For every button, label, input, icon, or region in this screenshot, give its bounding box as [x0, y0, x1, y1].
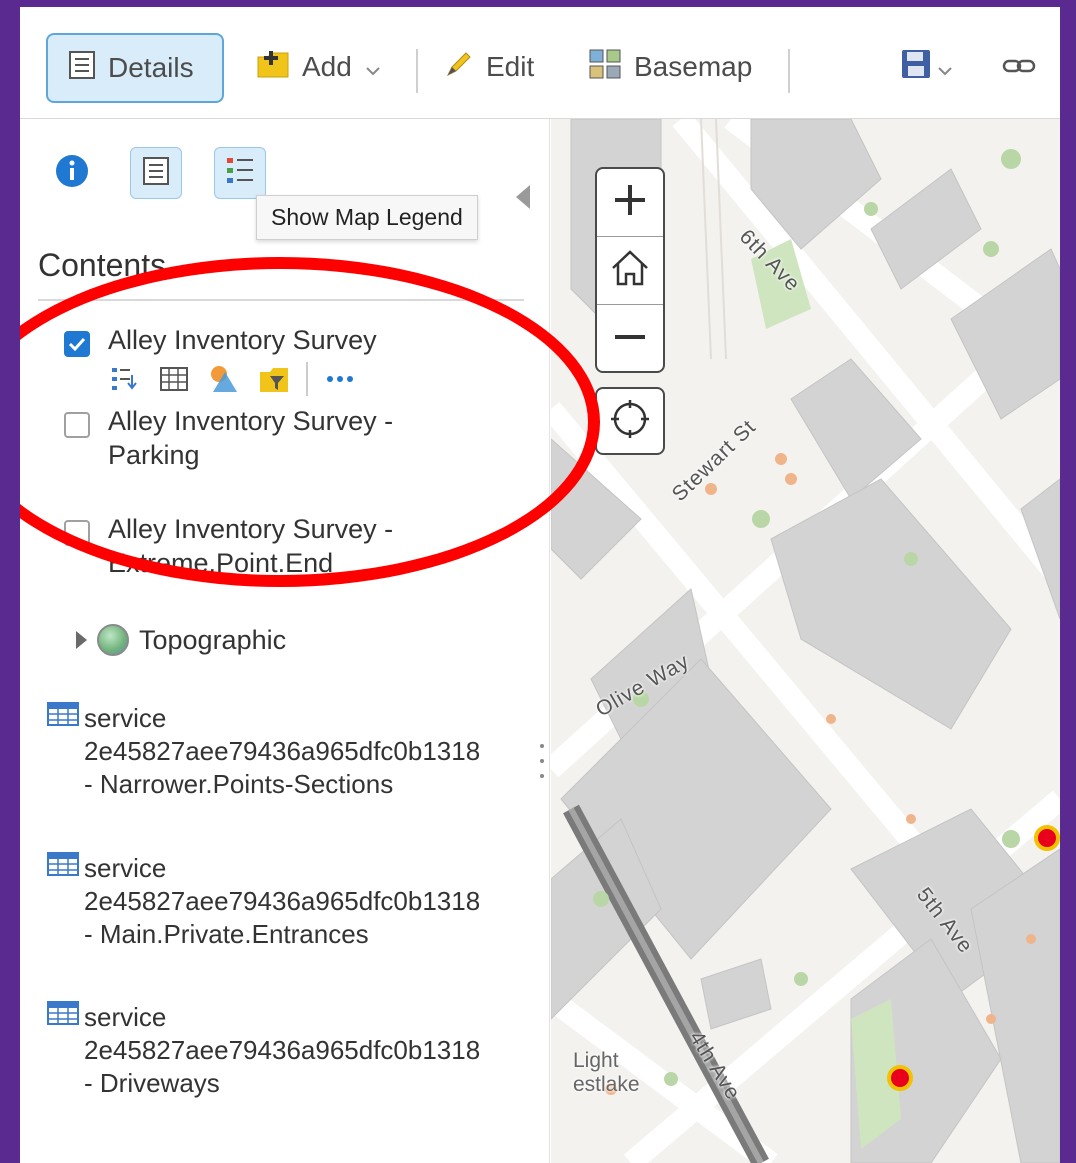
feature-point[interactable]: [1034, 825, 1060, 851]
layer-item[interactable]: Alley Inventory Survey: [64, 323, 377, 357]
contents-panel: Show Map Legend Contents Alley Inventory…: [20, 119, 550, 1163]
layer-name-block: Alley Inventory Survey - Parking: [108, 404, 393, 472]
info-icon: [54, 153, 90, 194]
chevron-down-icon: [366, 51, 380, 83]
service-id: 2e45827aee79436a965dfc0b1318: [84, 1035, 481, 1065]
service-label: service: [84, 852, 167, 883]
legend-icon: [225, 155, 255, 192]
home-button[interactable]: [597, 237, 663, 305]
zoom-control: [595, 167, 665, 373]
change-style-icon[interactable]: [206, 363, 242, 395]
pencil-icon: [444, 49, 474, 86]
service-id: 2e45827aee79436a965dfc0b1318: [84, 736, 481, 766]
table-icon: [46, 1000, 80, 1034]
divider: [38, 299, 524, 301]
service-id: 2e45827aee79436a965dfc0b1318: [84, 886, 481, 916]
details-label: Details: [108, 52, 194, 83]
layer-name: Alley Inventory Survey -: [108, 406, 394, 436]
save-icon: [900, 48, 932, 87]
more-options-icon[interactable]: [322, 363, 358, 395]
layer-name-block: Alley Inventory Survey - Extreme.Point.E…: [108, 512, 393, 580]
service-name: - Narrower.Points-Sections: [84, 769, 394, 799]
basemap-layer-item[interactable]: Topographic: [76, 624, 286, 656]
minus-icon: [612, 319, 648, 360]
content-tab[interactable]: [130, 147, 182, 199]
basemap-name: Topographic: [139, 624, 287, 655]
add-label: Add: [302, 51, 352, 82]
link-icon: [1002, 51, 1038, 83]
service-label: service: [84, 1001, 167, 1032]
legend-tooltip: Show Map Legend: [256, 195, 478, 240]
share-link-button[interactable]: [1002, 37, 1038, 97]
service-table-item[interactable]: service 2e45827aee79436a965dfc0b1318 - M…: [46, 851, 480, 951]
layer-item[interactable]: Alley Inventory Survey - Parking: [64, 404, 393, 472]
about-tab[interactable]: [46, 147, 98, 199]
add-icon: [256, 49, 290, 86]
zoom-in-button[interactable]: [597, 169, 663, 237]
service-name: - Driveways: [84, 1068, 220, 1098]
layer-tools: [106, 362, 358, 396]
service-table-item[interactable]: service 2e45827aee79436a965dfc0b1318 - D…: [46, 1000, 480, 1100]
home-icon: [609, 248, 651, 293]
basemap-label: Basemap: [634, 51, 753, 82]
content-list-icon: [142, 156, 170, 191]
place-label-line: Light: [573, 1049, 619, 1072]
map-view[interactable]: 6th Ave Stewart St Olive Way 5th Ave 4th…: [551, 119, 1060, 1163]
layer-name-cont: Parking: [108, 440, 200, 470]
layer-visibility-checkbox[interactable]: [64, 412, 90, 438]
layer-item[interactable]: Alley Inventory Survey - Extreme.Point.E…: [64, 512, 393, 580]
chevron-down-icon: [938, 51, 952, 83]
save-button[interactable]: [900, 37, 952, 97]
globe-icon: [97, 624, 129, 656]
collapse-panel-icon[interactable]: [516, 185, 530, 209]
service-name: - Main.Private.Entrances: [84, 919, 369, 949]
plus-icon: [612, 182, 648, 223]
legend-tab[interactable]: [214, 147, 266, 199]
edit-button[interactable]: Edit: [444, 37, 534, 97]
table-icon: [46, 851, 80, 885]
expand-arrow-icon[interactable]: [76, 631, 87, 649]
details-button[interactable]: Details: [46, 33, 224, 103]
locate-button[interactable]: [595, 387, 665, 455]
edit-label: Edit: [486, 51, 535, 82]
place-label-line: estlake: [573, 1073, 640, 1096]
filter-icon[interactable]: [256, 363, 292, 395]
toolbar-divider: [788, 49, 790, 93]
locate-icon: [608, 397, 652, 446]
service-table-item[interactable]: service 2e45827aee79436a965dfc0b1318 - N…: [46, 701, 480, 801]
zoom-out-button[interactable]: [597, 305, 663, 371]
basemap-icon: [588, 48, 622, 87]
layer-name-cont: Extreme.Point.End: [108, 548, 334, 578]
layer-visibility-checkbox[interactable]: [64, 331, 90, 357]
place-label: Light estlake: [573, 1049, 640, 1097]
panel-resize-handle[interactable]: [540, 744, 546, 778]
map-viewer-app: Details Add Edit Basemap Show Map Legend…: [20, 7, 1060, 1163]
feature-point[interactable]: [887, 1065, 913, 1091]
details-icon: [68, 50, 96, 87]
toolbar: Details Add Edit Basemap: [20, 7, 1060, 119]
basemap-button[interactable]: Basemap: [588, 37, 752, 97]
toolbar-divider: [416, 49, 418, 93]
service-label: service: [84, 702, 167, 733]
divider: [306, 362, 308, 396]
layer-visibility-checkbox[interactable]: [64, 520, 90, 546]
show-legend-icon[interactable]: [106, 363, 142, 395]
table-icon: [46, 701, 80, 735]
contents-heading: Contents: [38, 247, 167, 283]
layer-name: Alley Inventory Survey: [108, 325, 377, 355]
add-button[interactable]: Add: [256, 37, 380, 97]
table-icon[interactable]: [156, 363, 192, 395]
layer-name: Alley Inventory Survey -: [108, 514, 394, 544]
